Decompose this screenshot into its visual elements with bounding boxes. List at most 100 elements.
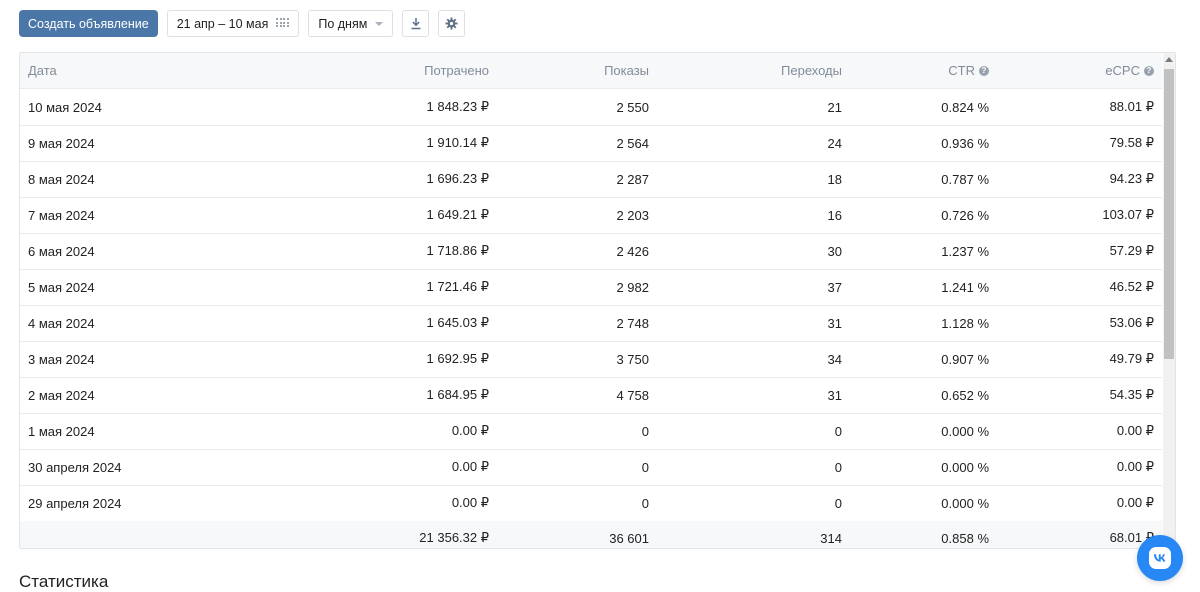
- header-spent[interactable]: Потрачено: [424, 53, 489, 88]
- cell-date: 30 апреля 2024: [28, 459, 122, 475]
- table-row: 10 мая 2024 1 848.23 ₽ 2 550 21 0.824 % 88.01…: [20, 89, 1162, 126]
- cell-spent: 1 718.86 ₽: [426, 243, 490, 258]
- cell-views: 0: [641, 495, 649, 511]
- cell-ecpc: 88.01 ₽: [1109, 99, 1154, 114]
- chevron-down-icon: [375, 21, 384, 26]
- vk-chat-button[interactable]: [1137, 535, 1183, 581]
- cell-date: 8 мая 2024: [28, 171, 95, 187]
- cell-views: 3 750: [616, 351, 649, 367]
- header-ctr[interactable]: CTR ?: [948, 53, 989, 88]
- table-row: 7 мая 2024 1 649.21 ₽ 2 203 16 0.726 % 103.07…: [20, 197, 1162, 234]
- cell-ecpc: 57.29 ₽: [1109, 243, 1154, 258]
- cell-ecpc: 0.00 ₽: [1116, 459, 1154, 474]
- cell-spent: 1 848.23 ₽: [426, 99, 490, 114]
- cell-ctr: 0.726 %: [941, 207, 989, 223]
- cell-ctr: 0.936 %: [941, 135, 989, 151]
- cell-ctr: 0.000 %: [941, 459, 989, 475]
- cell-ecpc: 54.35 ₽: [1109, 387, 1154, 402]
- cell-ctr: 1.128 %: [941, 315, 989, 331]
- table-row: 29 апреля 2024 0.00 ₽ 0 0 0.000 % 0.00 ₽: [20, 485, 1162, 522]
- toolbar: Создать объявление 21 апр – 10 мая По дн…: [19, 10, 466, 37]
- cell-spent: 1 649.21 ₽: [426, 207, 490, 222]
- download-icon: [411, 18, 421, 30]
- cell-clicks: 34: [827, 351, 842, 367]
- cell-clicks: 0: [834, 459, 842, 475]
- table-row: 9 мая 2024 1 910.14 ₽ 2 564 24 0.936 % 79.58 …: [20, 125, 1162, 162]
- table-row: 30 апреля 2024 0.00 ₽ 0 0 0.000 % 0.00 ₽: [20, 449, 1162, 486]
- cell-spent: 1 910.14 ₽: [426, 135, 490, 150]
- cell-date: 3 мая 2024: [28, 351, 95, 367]
- total-views: 36 601: [609, 530, 649, 546]
- calendar-icon: [276, 18, 289, 29]
- cell-ecpc: 46.52 ₽: [1109, 279, 1154, 294]
- cell-clicks: 0: [834, 495, 842, 511]
- date-range-label: 21 апр – 10 мая: [176, 16, 269, 31]
- help-icon[interactable]: ?: [1144, 65, 1154, 76]
- header-ecpc[interactable]: eCPC ?: [1105, 53, 1154, 88]
- vk-logo-icon: [1149, 547, 1171, 569]
- cell-ecpc: 0.00 ₽: [1116, 495, 1154, 510]
- cell-date: 5 мая 2024: [28, 279, 95, 295]
- cell-ecpc: 94.23 ₽: [1109, 171, 1154, 186]
- cell-ecpc: 49.79 ₽: [1109, 351, 1154, 366]
- header-ctr-label: CTR: [948, 63, 975, 78]
- table-header: Дата Потрачено Показы Переходы CTR ? eCP…: [20, 53, 1162, 89]
- cell-date: 10 мая 2024: [28, 99, 102, 115]
- cell-views: 0: [641, 459, 649, 475]
- table-row: 6 мая 2024 1 718.86 ₽ 2 426 30 1.237 % 57.29 …: [20, 233, 1162, 270]
- cell-spent: 1 645.03 ₽: [426, 315, 490, 330]
- scrollbar-thumb[interactable]: [1164, 69, 1174, 359]
- cell-ctr: 0.000 %: [941, 495, 989, 511]
- cell-ecpc: 53.06 ₽: [1109, 315, 1154, 330]
- cell-ecpc: 0.00 ₽: [1116, 423, 1154, 438]
- grouping-select[interactable]: По дням: [308, 10, 394, 37]
- cell-spent: 0.00 ₽: [451, 423, 489, 438]
- header-date[interactable]: Дата: [28, 53, 57, 88]
- cell-date: 1 мая 2024: [28, 423, 95, 439]
- cell-views: 2 748: [616, 315, 649, 331]
- cell-views: 4 758: [616, 387, 649, 403]
- total-ctr: 0.858 %: [941, 530, 989, 546]
- gear-icon: [445, 17, 458, 30]
- download-button[interactable]: [402, 10, 430, 37]
- table-row: 4 мая 2024 1 645.03 ₽ 2 748 31 1.128 % 53.06 …: [20, 305, 1162, 342]
- cell-ctr: 0.652 %: [941, 387, 989, 403]
- cell-clicks: 0: [834, 423, 842, 439]
- help-icon[interactable]: ?: [979, 65, 989, 76]
- cell-views: 2 426: [616, 243, 649, 259]
- scroll-up-icon[interactable]: [1165, 57, 1173, 62]
- cell-spent: 1 684.95 ₽: [426, 387, 490, 402]
- create-ad-button[interactable]: Создать объявление: [19, 10, 158, 37]
- cell-ctr: 0.907 %: [941, 351, 989, 367]
- date-range-picker[interactable]: 21 апр – 10 мая: [166, 10, 300, 37]
- cell-spent: 1 696.23 ₽: [426, 171, 490, 186]
- cell-ctr: 1.237 %: [941, 243, 989, 259]
- header-clicks[interactable]: Переходы: [781, 53, 842, 88]
- cell-date: 4 мая 2024: [28, 315, 95, 331]
- cell-ctr: 0.824 %: [941, 99, 989, 115]
- totals-row: 21 356.32 ₽ 36 601 314 0.858 % 68.01 ₽: [20, 521, 1162, 548]
- table-row: 1 мая 2024 0.00 ₽ 0 0 0.000 % 0.00 ₽: [20, 413, 1162, 450]
- total-spent: 21 356.32 ₽: [419, 530, 489, 545]
- cell-clicks: 30: [827, 243, 842, 259]
- cell-views: 0: [641, 423, 649, 439]
- cell-ctr: 0.787 %: [941, 171, 989, 187]
- cell-clicks: 24: [827, 135, 842, 151]
- cell-clicks: 31: [827, 315, 842, 331]
- settings-button[interactable]: [438, 10, 466, 37]
- cell-date: 9 мая 2024: [28, 135, 95, 151]
- stats-table: Дата Потрачено Показы Переходы CTR ? eCP…: [19, 52, 1176, 549]
- cell-views: 2 982: [616, 279, 649, 295]
- cell-spent: 0.00 ₽: [451, 459, 489, 474]
- cell-spent: 1 692.95 ₽: [426, 351, 490, 366]
- cell-views: 2 287: [616, 171, 649, 187]
- table-row: 3 мая 2024 1 692.95 ₽ 3 750 34 0.907 % 49.79 …: [20, 341, 1162, 378]
- cell-ctr: 0.000 %: [941, 423, 989, 439]
- header-views[interactable]: Показы: [604, 53, 649, 88]
- cell-date: 29 апреля 2024: [28, 495, 122, 511]
- table-row: 5 мая 2024 1 721.46 ₽ 2 982 37 1.241 % 46.52 …: [20, 269, 1162, 306]
- cell-date: 7 мая 2024: [28, 207, 95, 223]
- cell-date: 6 мая 2024: [28, 243, 95, 259]
- header-ecpc-label: eCPC: [1105, 63, 1140, 78]
- table-scrollbar[interactable]: [1163, 53, 1175, 548]
